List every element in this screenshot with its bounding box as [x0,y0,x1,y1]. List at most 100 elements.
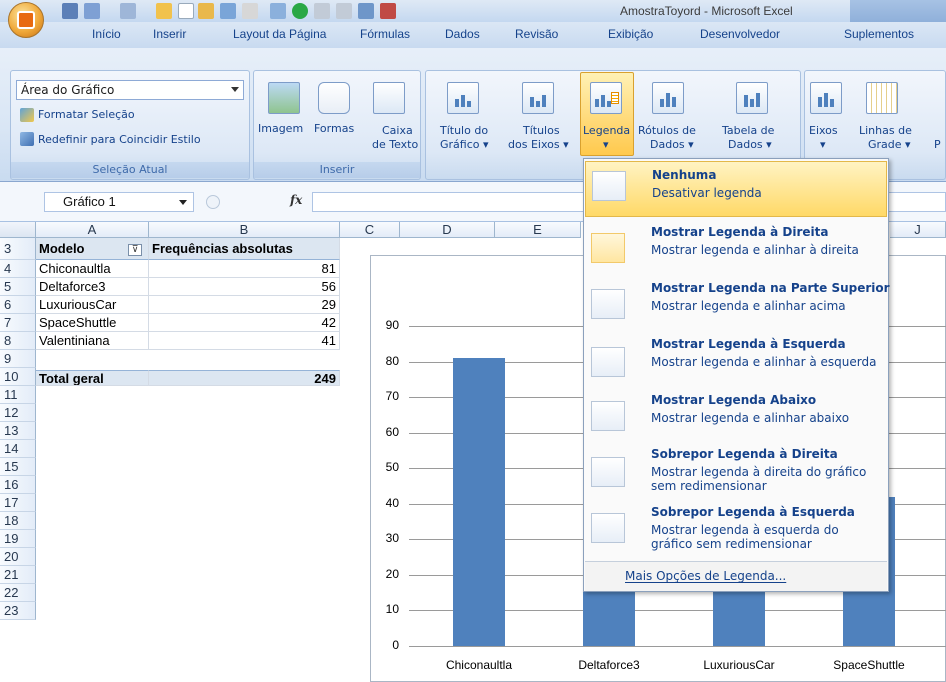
table-cell-modelo[interactable]: SpaceShuttle [36,314,149,332]
chart-icon[interactable] [270,3,286,19]
header-frequencias[interactable]: Frequências absolutas [149,238,340,260]
table-cell-frequencia[interactable]: 81 [149,260,340,278]
axis-titles-icon[interactable] [522,82,554,114]
row-header[interactable]: 6 [0,296,36,314]
shapes-icon[interactable] [318,82,350,114]
picture-icon[interactable] [268,82,300,114]
new-icon[interactable] [178,3,194,19]
filter-icon[interactable]: ⊽ [128,244,142,256]
axes-button-label[interactable]: Eixos [809,124,838,138]
column-header-b[interactable]: B [149,222,340,238]
tab-revisao[interactable]: Revisão [515,27,558,41]
tab-formulas[interactable]: Fórmulas [360,27,410,41]
insert-picture-button[interactable]: Imagem [258,122,303,136]
menu-item-esquerda[interactable]: Mostrar Legenda à Esquerda Mostrar legen… [585,333,887,391]
axis-titles-label-2[interactable]: dos Eixos ▾ [508,138,569,152]
menu-item-sobrepor-direita[interactable]: Sobrepor Legenda à Direita Mostrar legen… [585,445,887,501]
table-cell-frequencia[interactable]: 56 [149,278,340,296]
row-header[interactable]: 18 [0,512,36,530]
data-table-icon[interactable] [736,82,768,114]
menu-item-nenhuma[interactable]: Nenhuma Desativar legenda [585,161,887,217]
chart-resize-handle-icon[interactable] [366,250,374,258]
total-label[interactable]: Total geral [36,370,149,386]
open-icon[interactable] [198,3,214,19]
axes-icon[interactable] [810,82,842,114]
total-value[interactable]: 249 [149,370,340,386]
sort-asc-icon[interactable] [314,3,330,19]
column-header-c[interactable]: C [340,222,400,238]
row-header[interactable]: 20 [0,548,36,566]
data-labels-label-1[interactable]: Rótulos de [638,124,696,138]
gridlines-label-2[interactable]: Grade ▾ [868,138,911,152]
table-cell-frequencia[interactable]: 29 [149,296,340,314]
tab-inicio[interactable]: Início [92,27,121,41]
textbox-icon[interactable] [373,82,405,114]
table-cell-modelo[interactable]: Chiconaultla [36,260,149,278]
menu-item-abaixo[interactable]: Mostrar Legenda Abaixo Mostrar legenda e… [585,391,887,441]
ribbon-overflow-label[interactable]: P [934,138,941,152]
insert-shapes-button[interactable]: Formas [314,122,354,136]
menu-item-sobrepor-esquerda[interactable]: Sobrepor Legenda à Esquerda Mostrar lege… [585,503,887,559]
excel-icon[interactable] [380,3,396,19]
menu-item-direita[interactable]: Mostrar Legenda à Direita Mostrar legend… [585,219,887,275]
table-cell-modelo[interactable]: Deltaforce3 [36,278,149,296]
textbox-label-2[interactable]: de Texto [372,138,418,152]
sort-desc-icon[interactable] [336,3,352,19]
office-button[interactable] [8,2,44,38]
legend-dropdown-arrow-icon[interactable]: ▾ [603,138,609,152]
more-legend-options[interactable]: Mais Opções de Legenda... [585,561,887,591]
tab-dados[interactable]: Dados [445,27,480,41]
legend-button-label[interactable]: Legenda [583,124,630,138]
row-header[interactable]: 14 [0,440,36,458]
row-header[interactable]: 17 [0,494,36,512]
gridlines-label-1[interactable]: Linhas de [859,124,912,138]
row-header[interactable]: 4 [0,260,36,278]
row-header[interactable]: 15 [0,458,36,476]
row-header[interactable]: 13 [0,422,36,440]
row-header[interactable]: 21 [0,566,36,584]
row-header[interactable]: 5 [0,278,36,296]
redo-icon[interactable] [120,3,136,19]
tab-exibicao[interactable]: Exibição [608,27,653,41]
axes-dropdown-arrow-icon[interactable]: ▾ [820,138,826,152]
legend-icon[interactable] [590,82,622,114]
row-header[interactable]: 23 [0,602,36,620]
data-table-label-2[interactable]: Dados ▾ [728,138,772,152]
row-header[interactable]: 7 [0,314,36,332]
data-labels-label-2[interactable]: Dados ▾ [650,138,694,152]
chart-title-label-2[interactable]: Gráfico ▾ [440,138,489,152]
menu-item-superior[interactable]: Mostrar Legenda na Parte Superior Mostra… [585,275,890,331]
axis-titles-label-1[interactable]: Títulos [523,124,560,138]
table-cell-modelo[interactable]: Valentiniana [36,332,149,350]
name-box[interactable]: Gráfico 1 [44,192,194,212]
column-header-e[interactable]: E [495,222,581,238]
tab-layout[interactable]: Layout da Página [233,27,326,41]
tab-desenvolvedor[interactable]: Desenvolvedor [700,27,780,41]
column-header-a[interactable]: A [36,222,149,238]
row-header[interactable]: 22 [0,584,36,602]
row-header[interactable]: 8 [0,332,36,350]
gridlines-icon[interactable] [866,82,898,114]
refresh-icon[interactable] [292,3,308,19]
undo-icon[interactable] [84,3,100,19]
function-icon[interactable]: fx [290,193,302,207]
print-icon[interactable] [220,3,236,19]
tab-inserir[interactable]: Inserir [153,27,186,41]
chart-title-icon[interactable] [447,82,479,114]
format-selection-button[interactable]: Formatar Seleção [38,108,135,122]
row-header[interactable]: 19 [0,530,36,548]
chart-element-dropdown[interactable]: Área do Gráfico [16,80,244,100]
select-all-corner[interactable] [0,222,36,238]
data-labels-icon[interactable] [652,82,684,114]
tab-suplementos[interactable]: Suplementos [844,27,914,41]
column-header-j[interactable]: J [890,222,946,238]
table-cell-frequencia[interactable]: 42 [149,314,340,332]
row-header[interactable]: 10 [0,368,36,386]
data-table-label-1[interactable]: Tabela de [722,124,774,138]
spelling-icon[interactable] [242,3,258,19]
table-cell-frequencia[interactable]: 41 [149,332,340,350]
row-header[interactable]: 16 [0,476,36,494]
row-header[interactable]: 11 [0,386,36,404]
table-icon[interactable] [358,3,374,19]
row-header[interactable]: 12 [0,404,36,422]
